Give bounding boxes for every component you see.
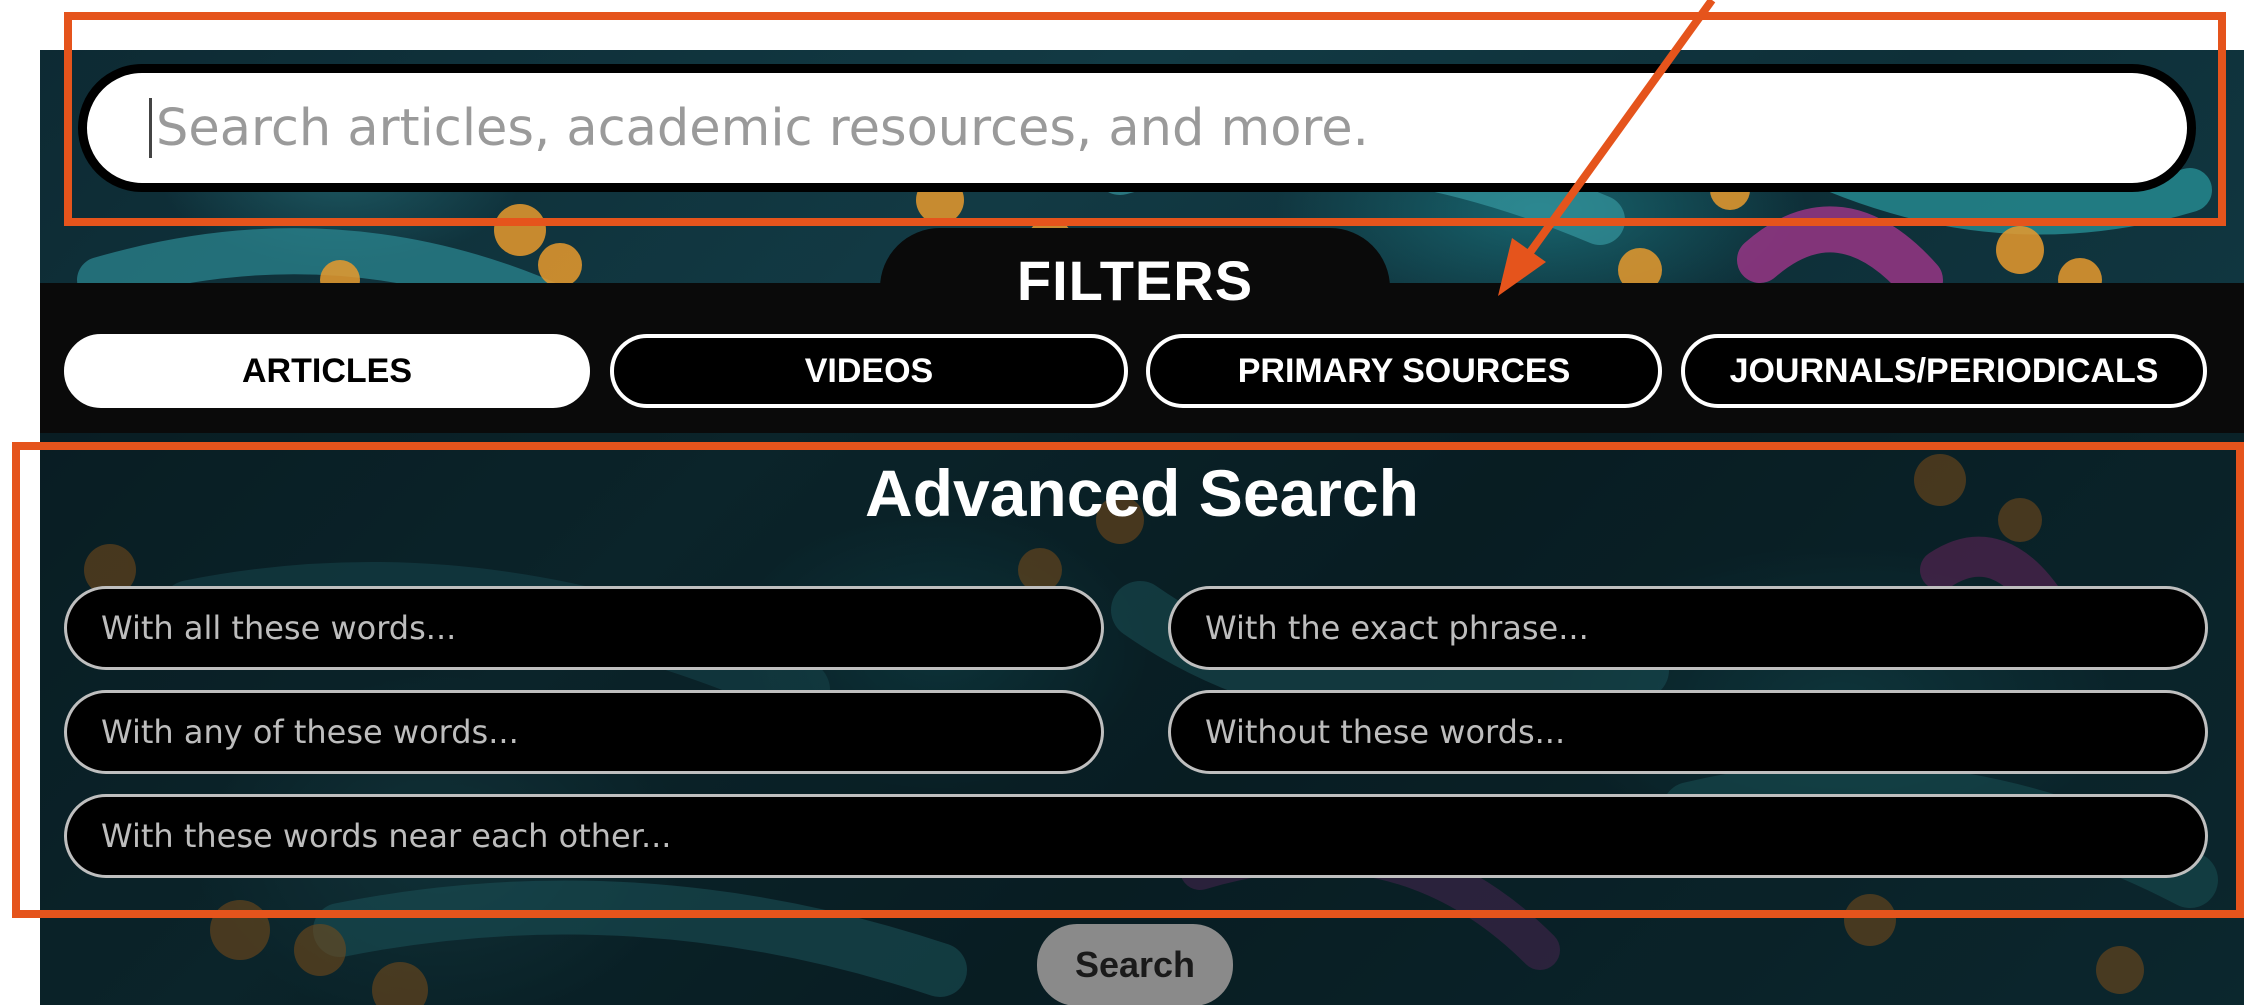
any-words-input[interactable]: [99, 712, 1034, 752]
main-search-input[interactable]: [154, 97, 2058, 159]
exact-phrase-input[interactable]: [1203, 608, 2138, 648]
without-words-input[interactable]: [1203, 712, 2138, 752]
filter-articles-button[interactable]: ARTICLES: [64, 334, 590, 408]
main-search-bar[interactable]: [78, 64, 2196, 192]
advanced-search-title: Advanced Search: [865, 456, 1419, 530]
exact-phrase-field[interactable]: [1168, 586, 2208, 670]
all-words-field[interactable]: [64, 586, 1104, 670]
filter-journals-periodicals-button[interactable]: JOURNALS/PERIODICALS: [1681, 334, 2207, 408]
filters-title: FILTERS: [1016, 249, 1254, 312]
near-words-input[interactable]: [99, 816, 2028, 856]
filter-primary-sources-button[interactable]: PRIMARY SOURCES: [1146, 334, 1662, 408]
without-words-field[interactable]: [1168, 690, 2208, 774]
search-button[interactable]: Search: [1037, 924, 1233, 1005]
any-words-field[interactable]: [64, 690, 1104, 774]
page: FILTERS ARTICLES VIDEOS PRIMARY SOURCES …: [0, 0, 2244, 1005]
filter-videos-button[interactable]: VIDEOS: [610, 334, 1128, 408]
all-words-input[interactable]: [99, 608, 1034, 648]
text-caret: [149, 98, 152, 158]
near-words-field[interactable]: [64, 794, 2208, 878]
